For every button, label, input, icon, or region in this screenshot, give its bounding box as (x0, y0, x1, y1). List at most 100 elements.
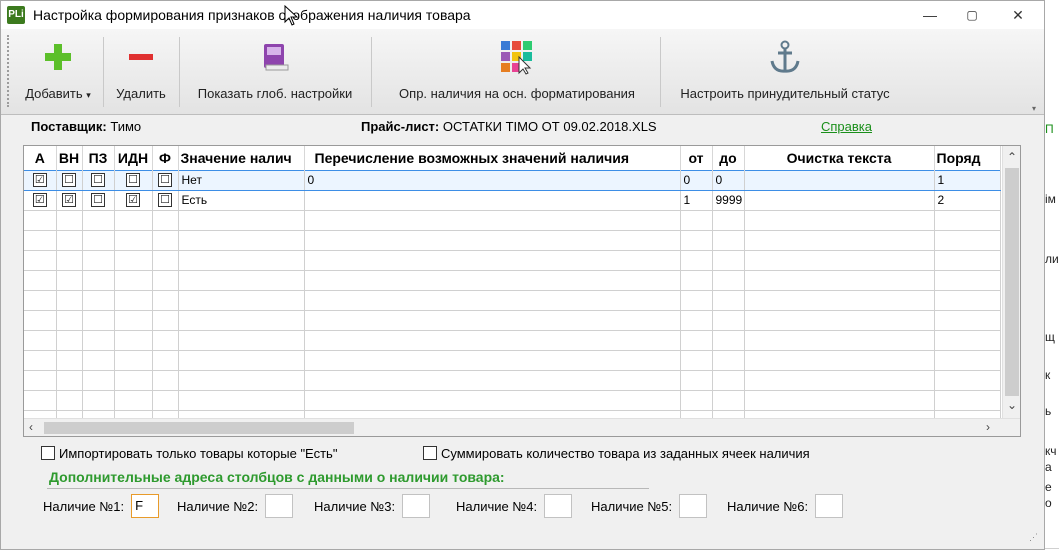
add-button-label: Добавить (25, 86, 83, 101)
vertical-scrollbar[interactable]: ⌃ ⌄ (1002, 146, 1020, 418)
idn-checkbox[interactable]: ☑ (126, 193, 140, 208)
pricelist-label: Прайс-лист: (361, 119, 440, 134)
from-cell[interactable]: 1 (680, 190, 713, 211)
book-icon (255, 37, 295, 77)
background-text: к (1045, 368, 1051, 382)
vn-checkbox[interactable]: ☐ (62, 173, 76, 188)
mouse-cursor-icon (284, 5, 299, 26)
pz-checkbox[interactable]: ☐ (91, 193, 105, 208)
address-label: Наличие №6: (727, 498, 809, 514)
background-text: о (1045, 496, 1052, 510)
to-cell[interactable]: 0 (712, 169, 745, 191)
column-header[interactable]: Очистка текста (744, 146, 935, 170)
address-group: Наличие №5: (591, 494, 708, 518)
address-label: Наличие №3: (314, 498, 396, 514)
plus-icon (38, 37, 78, 77)
f-checkbox[interactable]: ☐ (158, 193, 172, 208)
clean-cell[interactable] (744, 190, 935, 211)
sum-checkbox[interactable] (423, 446, 437, 460)
empty-row (24, 370, 1001, 391)
import-only-checkbox[interactable] (41, 446, 55, 460)
import-only-option[interactable]: Импортировать только товары которые "Ест… (41, 445, 337, 461)
column-header[interactable]: Поряд (934, 146, 1001, 170)
forced-status-label: Настроить принудительный статус (680, 86, 890, 101)
import-only-label: Импортировать только товары которые "Ест… (59, 445, 338, 461)
empty-row (24, 330, 1001, 351)
table-row[interactable]: ☑ ☐ ☐ ☐ ☐ Нет 0 0 0 1 (24, 169, 1001, 191)
column-header[interactable]: ИДН (114, 146, 153, 170)
sum-label: Суммировать количество товара из заданны… (441, 445, 810, 461)
background-text: ь (1045, 404, 1052, 418)
column-header[interactable]: от (680, 146, 713, 170)
enum-cell[interactable]: 0 (304, 169, 681, 191)
enum-cell[interactable] (304, 190, 681, 211)
title-bar[interactable]: PLi Настройка формирования признаков ото… (1, 1, 1044, 29)
address-input-3[interactable] (402, 494, 431, 518)
idn-checkbox[interactable]: ☐ (126, 173, 140, 188)
vertical-scroll-thumb[interactable] (1005, 168, 1019, 396)
address-input-4[interactable] (544, 494, 573, 518)
address-input-5[interactable] (679, 494, 708, 518)
toolbar-separator (660, 37, 661, 107)
f-checkbox[interactable]: ☐ (158, 173, 172, 188)
empty-row (24, 350, 1001, 371)
addresses-title: Дополнительные адреса столбцов с данными… (49, 469, 505, 485)
background-text: ім (1045, 192, 1056, 206)
availability-grid[interactable]: А ВН ПЗ ИДН Ф Значение налич Перечислени… (23, 145, 1021, 437)
order-cell[interactable]: 2 (934, 190, 1001, 211)
close-button[interactable]: ✕ (1003, 5, 1033, 25)
order-cell[interactable]: 1 (934, 169, 1001, 191)
background-text: е (1045, 480, 1052, 494)
dropdown-arrow-icon[interactable]: ▾ (86, 90, 91, 100)
minus-icon (121, 37, 161, 77)
column-header[interactable]: Ф (152, 146, 179, 170)
minimize-button[interactable]: — (915, 5, 945, 25)
address-group: Наличие №4: (456, 494, 573, 518)
column-header[interactable]: ВН (56, 146, 83, 170)
maximize-button[interactable]: ▢ (957, 5, 987, 25)
address-input-6[interactable] (815, 494, 844, 518)
sum-option[interactable]: Суммировать количество товара из заданны… (423, 445, 810, 461)
clean-cell[interactable] (744, 169, 935, 191)
empty-row (24, 210, 1001, 231)
global-settings-button[interactable]: Показать глоб. настройки (183, 29, 367, 115)
value-cell[interactable]: Есть (178, 190, 305, 211)
scroll-right-icon[interactable]: › (986, 420, 990, 434)
vn-checkbox[interactable]: ☑ (62, 193, 76, 208)
scroll-down-icon[interactable]: ⌄ (1007, 398, 1017, 412)
column-header[interactable]: А (24, 146, 57, 170)
availability-formatting-label: Опр. наличия на осн. форматирования (399, 86, 635, 101)
toolbar-overflow-icon[interactable]: ▾ (1032, 104, 1040, 113)
help-link[interactable]: Справка (821, 119, 872, 134)
value-cell[interactable]: Нет (178, 169, 305, 191)
pz-checkbox[interactable]: ☐ (91, 173, 105, 188)
background-text: ли (1045, 252, 1059, 266)
column-header[interactable]: Перечисление возможных значений наличия (304, 146, 681, 170)
address-input-2[interactable] (265, 494, 294, 518)
scroll-left-icon[interactable]: ‹ (29, 420, 33, 434)
horizontal-scrollbar[interactable]: ‹ › (24, 418, 1020, 436)
empty-row (24, 270, 1001, 291)
supplier-label: Поставщик: (31, 119, 107, 134)
a-checkbox[interactable]: ☑ (32, 173, 47, 188)
availability-formatting-button[interactable]: Опр. наличия на осн. форматирования (377, 29, 657, 115)
resize-grip-icon[interactable]: ⋰ (1029, 532, 1038, 543)
to-cell[interactable]: 9999 (712, 190, 745, 211)
address-input-1[interactable]: F (131, 494, 160, 518)
toolbar-grip[interactable] (7, 35, 10, 107)
global-settings-label: Показать глоб. настройки (197, 86, 353, 101)
address-label: Наличие №2: (177, 498, 259, 514)
a-checkbox[interactable]: ☑ (32, 193, 47, 208)
table-row[interactable]: ☑ ☑ ☐ ☑ ☐ Есть 1 9999 2 (24, 190, 1001, 211)
column-header[interactable]: до (712, 146, 745, 170)
address-label: Наличие №5: (591, 498, 673, 514)
from-cell[interactable]: 0 (680, 169, 713, 191)
empty-row (24, 310, 1001, 331)
column-header[interactable]: Значение налич (178, 146, 305, 170)
scroll-up-icon[interactable]: ⌃ (1007, 150, 1017, 164)
add-button[interactable]: Добавить ▾ (15, 29, 101, 115)
horizontal-scroll-thumb[interactable] (44, 422, 354, 434)
delete-button[interactable]: Удалить (109, 29, 173, 115)
forced-status-button[interactable]: Настроить принудительный статус (665, 29, 905, 115)
column-header[interactable]: ПЗ (82, 146, 115, 170)
